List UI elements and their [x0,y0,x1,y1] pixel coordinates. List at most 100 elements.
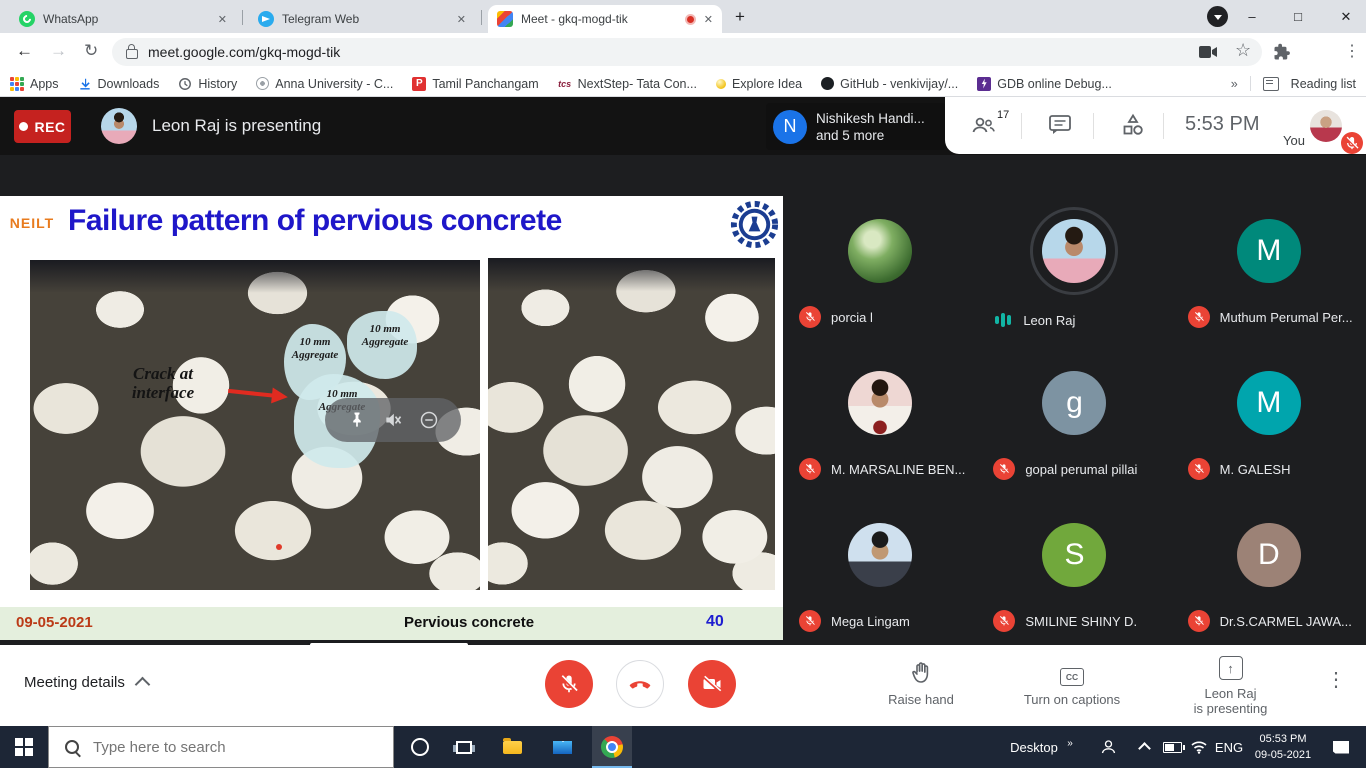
window-close-button[interactable]: ✕ [1326,0,1366,33]
language-indicator[interactable]: ENG [1212,726,1246,768]
activities-icon[interactable] [1121,113,1145,137]
university-seal-icon [256,77,269,90]
bookmark-nextstep-tcs[interactable]: tcs NextStep- Tata Con... [558,77,697,91]
people-tray-button[interactable] [1090,726,1124,768]
bookmark-anna-university[interactable]: Anna University - C... [256,77,393,91]
participant-tile[interactable]: M Muthum Perumal Per... [1172,155,1366,341]
tab-telegram[interactable]: Telegram Web ✕ [249,5,475,33]
participant-avatar [1030,207,1118,295]
notification-line2: and 5 more [816,127,925,144]
bookmark-apps[interactable]: Apps [10,77,59,91]
tab-whatsapp[interactable]: WhatsApp ✕ [10,5,236,33]
join-notification[interactable]: N Nishikesh Handi... and 5 more [766,103,946,150]
mute-mic-button[interactable] [545,660,593,708]
presenting-status-button[interactable]: ↑ Leon Raj is presenting [1168,650,1293,716]
chat-icon[interactable] [1048,114,1072,136]
url-text[interactable]: meet.google.com/gkq-mogd-tik [148,44,340,60]
bookmark-gdb-online[interactable]: GDB online Debug... [977,77,1112,91]
search-icon [65,740,79,754]
participant-tile[interactable]: M M. GALESH [1172,341,1366,493]
taskbar-clock[interactable]: 05:53 PM 09-05-2021 [1248,731,1318,763]
history-clock-icon [178,77,192,91]
address-bar[interactable]: meet.google.com/gkq-mogd-tik [112,38,1262,66]
muted-mic-icon [1188,458,1210,480]
captions-button[interactable]: CC Turn on captions [1002,656,1142,707]
muted-mic-icon [799,458,821,480]
participant-tile[interactable]: D Dr.S.CARMEL JAWA... [1172,493,1366,645]
tab-close-icon[interactable]: ✕ [457,13,466,26]
tab-title: WhatsApp [43,12,210,26]
browser-menu-icon[interactable]: ⋮ [1344,41,1360,61]
task-view-button[interactable] [444,726,484,768]
participant-tile[interactable]: S SMILINE SHINY D. [977,493,1171,645]
cortana-button[interactable] [400,726,440,768]
back-button[interactable]: ← [16,41,33,61]
avatar-photo [848,219,912,283]
participants-grid: porcia l Leon Raj M [783,155,1366,645]
raise-hand-button[interactable]: Raise hand [868,656,974,707]
tab-meet-active[interactable]: Meet - gkq-mogd-tik ✕ [488,5,722,33]
participant-avatar: g [1030,359,1118,447]
bookmark-github[interactable]: GitHub - venkivijay/... [821,77,958,91]
pin-icon[interactable] [347,410,367,430]
lock-icon[interactable] [126,49,138,59]
window-restore-button[interactable]: □ [1278,0,1318,33]
toolbar-chevrons[interactable]: » [1062,722,1078,764]
more-options-icon[interactable]: ⋮ [1326,667,1346,692]
battery-indicator[interactable] [1158,726,1186,768]
reading-list-icon [1263,77,1279,91]
start-button[interactable] [0,726,48,768]
volume-off-icon[interactable] [383,410,403,430]
slide-date: 09-05-2021 [16,614,93,631]
browser-toolbar: ← → ↻ meet.google.com/gkq-mogd-tik ☆ ⋮ [0,33,1366,71]
you-avatar[interactable] [1310,110,1342,142]
meet-favicon [497,11,513,27]
new-tab-button[interactable]: + [725,0,755,33]
divider [1021,113,1022,139]
bookmark-history[interactable]: History [178,77,237,91]
tab-close-icon[interactable]: ✕ [704,13,713,26]
camera-in-use-icon[interactable] [1198,44,1218,60]
participant-name: M. GALESH [1220,462,1291,477]
search-input[interactable] [91,738,345,757]
network-indicator[interactable] [1186,726,1212,768]
tab-close-icon[interactable]: ✕ [218,13,227,26]
forward-button[interactable]: → [50,41,67,61]
file-explorer-button[interactable] [492,726,532,768]
tab-separator [481,10,482,25]
desktop-toolbar-label[interactable]: Desktop [1008,726,1060,768]
windows-taskbar: Desktop » ENG 05:53 PM 09-05-2021 [0,726,1366,768]
bookmark-star-icon[interactable]: ☆ [1235,40,1251,61]
participant-tile[interactable]: Leon Raj [977,155,1171,341]
taskbar-search[interactable] [48,726,394,768]
window-minimize-button[interactable]: – [1232,0,1272,33]
reading-list-label[interactable]: Reading list [1291,77,1356,91]
bookmark-downloads[interactable]: Downloads [78,77,160,91]
meeting-details-button[interactable]: Meeting details [24,674,148,691]
bookmark-explore-idea[interactable]: Explore Idea [716,77,802,91]
participant-tile[interactable]: Mega Lingam [783,493,977,645]
presentation-tile[interactable]: NEILT Failure pattern of pervious concre… [0,196,783,640]
extensions-puzzle-icon[interactable] [1273,43,1291,61]
cortana-icon [411,738,429,756]
reload-button[interactable]: ↻ [84,41,98,61]
end-call-button[interactable] [616,660,664,708]
bookmarks-overflow-chevrons[interactable]: » [1231,77,1238,91]
participant-tile[interactable]: M. MARSALINE BEN... [783,341,977,493]
camera-off-button[interactable] [688,660,736,708]
slide-photo-right [488,258,775,590]
avatar-letter: S [1042,523,1106,587]
wifi-icon [1191,740,1207,754]
remove-participant-icon[interactable] [419,410,439,430]
bookmark-tamil-panchangam[interactable]: P Tamil Panchangam [412,77,538,91]
participant-tile[interactable]: g gopal perumal pillai [977,341,1171,493]
participant-tile[interactable]: porcia l [783,155,977,341]
chrome-taskbar-button[interactable] [592,726,632,768]
tab-title: Telegram Web [282,12,449,26]
mail-button[interactable] [542,726,582,768]
tray-expand-button[interactable] [1130,726,1158,768]
action-center-button[interactable] [1324,726,1358,768]
media-controls-button[interactable] [1207,6,1228,27]
participants-icon[interactable] [971,114,997,136]
meet-top-panel: 17 5:53 PM You [945,97,1366,154]
